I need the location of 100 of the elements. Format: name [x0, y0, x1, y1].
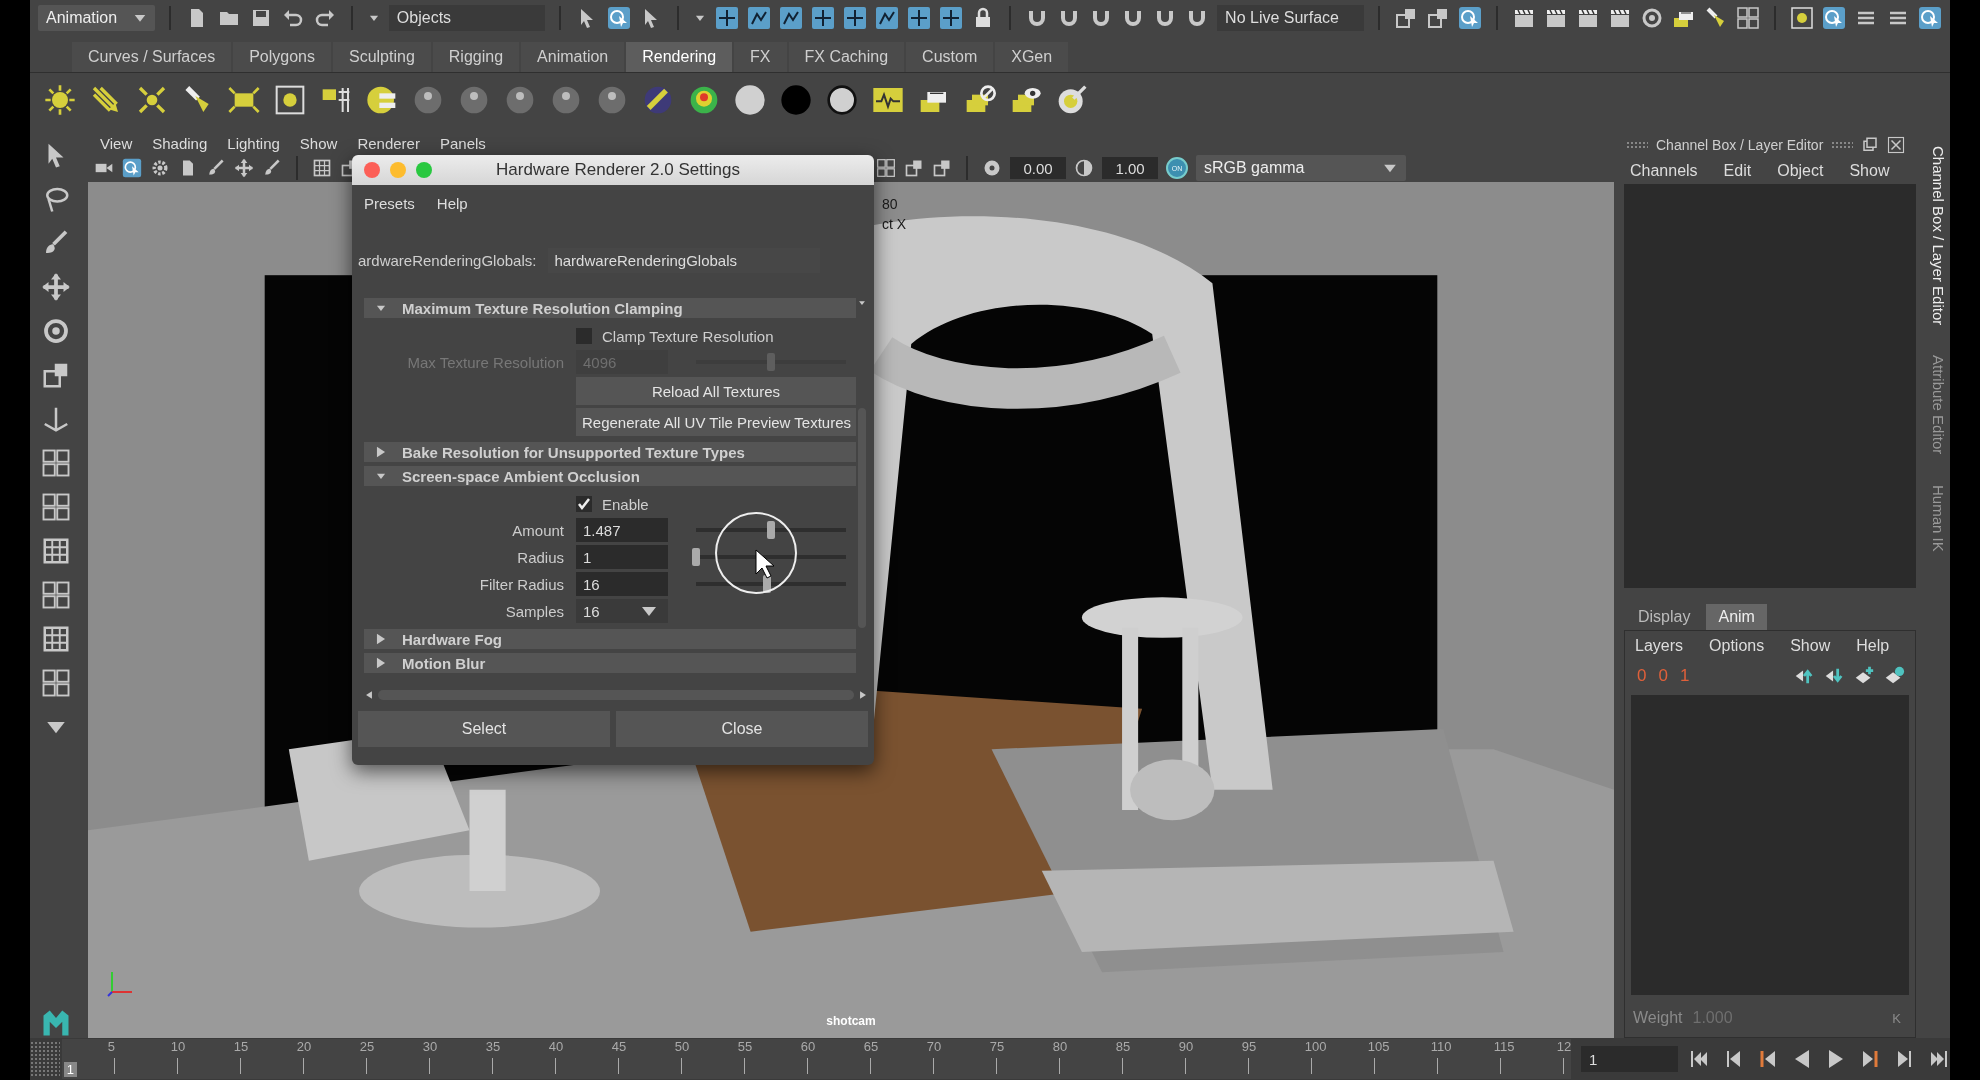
target-icon[interactable]: [1056, 84, 1088, 116]
frame-number: 100: [1304, 1039, 1327, 1054]
action-button[interactable]: Reload All Textures: [576, 377, 856, 405]
panel-menu[interactable]: Panels: [439, 134, 486, 152]
layout-icon[interactable]: [41, 668, 71, 698]
layer-menu[interactable]: Help: [1856, 637, 1890, 655]
move-icon[interactable]: [41, 272, 71, 302]
circle-icon[interactable]: [734, 84, 766, 116]
section-header[interactable]: Bake Resolution for Unsupported Texture Types: [364, 442, 856, 462]
sphere-icon[interactable]: [504, 84, 536, 116]
mode-dropdown[interactable]: Animation: [38, 5, 155, 31]
color-space-dropdown[interactable]: sRGB gamma: [1196, 155, 1406, 181]
panel-title: Channel Box / Layer Editor: [1656, 136, 1824, 153]
close-icon[interactable]: [1887, 135, 1906, 154]
drag-handle[interactable]: [30, 1041, 60, 1077]
checkbox[interactable]: [576, 328, 592, 344]
panel-menu[interactable]: View: [100, 134, 133, 152]
number-field[interactable]: 1: [576, 545, 668, 569]
shelf-tab[interactable]: Animation: [521, 42, 625, 72]
ramp-sphere-icon[interactable]: [688, 84, 720, 116]
striped-sphere-icon[interactable]: [642, 84, 674, 116]
dialog-button[interactable]: Close: [616, 711, 868, 747]
frame-number: 75: [989, 1039, 1005, 1054]
dialog-menu[interactable]: Help: [436, 195, 468, 212]
section-header[interactable]: Screen-space Ambient Occlusion: [364, 466, 856, 486]
sun-icon[interactable]: [44, 84, 76, 116]
panel-menu[interactable]: Lighting: [227, 134, 280, 152]
layout-icon[interactable]: [41, 492, 71, 522]
panel-toggle-icon[interactable]: [1736, 6, 1760, 30]
layout-icon[interactable]: [41, 580, 71, 610]
shelf-tab[interactable]: Rigging: [432, 42, 520, 72]
layout-icon[interactable]: [41, 536, 71, 566]
layer-tab[interactable]: Anim: [1706, 604, 1767, 630]
shelf-tab[interactable]: XGen: [995, 42, 1069, 72]
panel-menu[interactable]: Edit: [1723, 161, 1752, 180]
action-button[interactable]: Regenerate All UV Tile Preview Textures: [576, 408, 856, 436]
exposure-field[interactable]: 0.00: [1010, 157, 1066, 179]
shelf-tab[interactable]: Curves / Surfaces: [72, 42, 232, 72]
layout-icon[interactable]: [41, 448, 71, 478]
sphere-icon[interactable]: [550, 84, 582, 116]
float-icon[interactable]: [1861, 135, 1880, 154]
volume-light-icon[interactable]: [274, 84, 306, 116]
panel-menu[interactable]: Shading: [152, 134, 208, 152]
panel-menu[interactable]: Show: [1849, 161, 1890, 180]
section-header[interactable]: Motion Blur: [364, 653, 856, 673]
shelf-tab[interactable]: Polygons: [233, 42, 331, 72]
scroll-right-icon[interactable]: [858, 690, 868, 700]
rotate-icon[interactable]: [41, 316, 71, 346]
exposure-icon[interactable]: [982, 158, 1002, 178]
number-field[interactable]: 1.487: [576, 518, 668, 542]
ring-icon[interactable]: [826, 84, 858, 116]
side-tab[interactable]: Channel Box / Layer Editor: [1926, 146, 1950, 326]
gamma-icon[interactable]: [1074, 158, 1094, 178]
layer-menu[interactable]: Show: [1790, 637, 1831, 655]
shelf-tab[interactable]: Rendering: [626, 42, 733, 72]
checkbox[interactable]: [576, 496, 592, 512]
frame-number: 115: [1493, 1039, 1515, 1054]
grid-icon[interactable]: [312, 158, 332, 178]
shelf-tab[interactable]: FX: [734, 42, 787, 72]
dialog-menu[interactable]: Presets: [364, 195, 415, 212]
area-light-icon[interactable]: [228, 84, 260, 116]
panel-menu[interactable]: Show: [299, 134, 338, 152]
number-field[interactable]: 16: [576, 572, 668, 596]
pen-icon[interactable]: [262, 158, 282, 178]
section-header[interactable]: Hardware Fog: [364, 629, 856, 649]
layer-menu[interactable]: Layers: [1635, 637, 1684, 655]
slider-handle[interactable]: [767, 521, 775, 539]
time-ruler[interactable]: 1 5 10 15 20 25 30 35 40 45 50 55 60 65 70 75 80 85 90 95 100 105 110 115 12: [61, 1039, 1571, 1079]
slider-handle[interactable]: [762, 575, 771, 593]
frame-number: 55: [737, 1039, 753, 1054]
shelf-tab[interactable]: Custom: [906, 42, 994, 72]
hud-text: 80: [882, 196, 898, 212]
frame-field[interactable]: 1: [1580, 1046, 1678, 1072]
panel-menu[interactable]: Object: [1777, 161, 1824, 180]
gamma-field[interactable]: 1.00: [1102, 157, 1158, 179]
sphere-icon[interactable]: [596, 84, 628, 116]
layer-menu[interactable]: Options: [1709, 637, 1765, 655]
slider-handle[interactable]: [692, 548, 700, 566]
scroll-left-icon[interactable]: [364, 690, 374, 700]
layout-icon[interactable]: [41, 624, 71, 654]
sphere-icon[interactable]: [458, 84, 490, 116]
selection-mode-field[interactable]: Objects: [388, 5, 546, 31]
panel-menu[interactable]: Channels: [1630, 161, 1698, 180]
frame-number: 30: [422, 1039, 438, 1054]
camera-attributes-icon[interactable]: [150, 158, 170, 178]
point-light-icon[interactable]: [136, 84, 168, 116]
live-surface-field[interactable]: No Live Surface: [1217, 5, 1364, 31]
section-header[interactable]: Maximum Texture Resolution Clamping: [364, 298, 856, 318]
side-tab[interactable]: Attribute Editor: [1926, 355, 1950, 455]
dropdown[interactable]: 16: [576, 599, 668, 623]
select-object-icon[interactable]: [607, 6, 632, 30]
panel-menu[interactable]: Renderer: [357, 134, 420, 152]
dialog-button[interactable]: Select: [358, 711, 610, 747]
node-list-icon[interactable]: [366, 84, 398, 116]
checkbox-label: Enable: [602, 495, 649, 513]
side-tab[interactable]: Human IK: [1926, 484, 1950, 552]
shelf-tab[interactable]: Sculpting: [333, 42, 431, 72]
sphere-icon[interactable]: [412, 84, 444, 116]
shelf-tab[interactable]: FX Caching: [788, 42, 905, 72]
frame-number: 60: [800, 1039, 816, 1054]
